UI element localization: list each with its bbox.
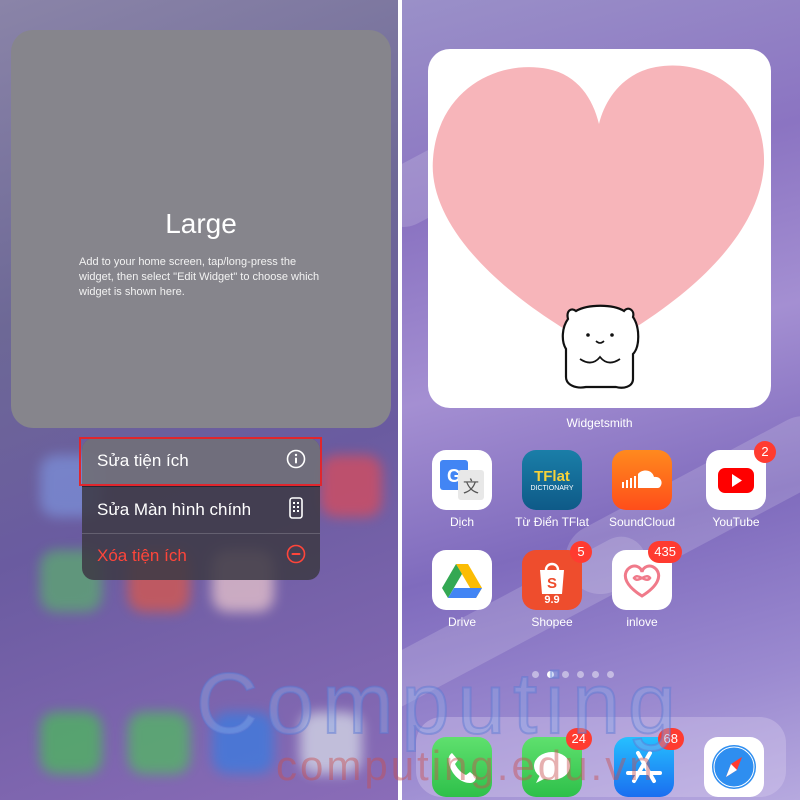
large-widget-placeholder[interactable]: Large Add to your home screen, tap/long-… bbox=[11, 30, 391, 428]
widgetsmith-widget[interactable] bbox=[428, 49, 771, 408]
shopee-icon: S 9.9 5 bbox=[522, 541, 592, 610]
remove-widget-menu-item[interactable]: Xóa tiện ích bbox=[82, 533, 320, 579]
google-drive-icon bbox=[432, 550, 492, 610]
app-drive[interactable]: Drive bbox=[424, 550, 500, 629]
app-translate[interactable]: G 文 Dịch bbox=[424, 450, 500, 529]
menu-item-label: Xóa tiện ích bbox=[97, 546, 187, 565]
phone-screen-icon bbox=[286, 496, 306, 524]
widget-label: Widgetsmith bbox=[566, 416, 633, 430]
shopee-promo-text: 9.9 bbox=[544, 594, 560, 606]
app-label: Drive bbox=[447, 615, 476, 629]
soundcloud-icon bbox=[612, 450, 672, 510]
app-inlove[interactable]: 435 inlove bbox=[604, 541, 682, 629]
bear-drawing bbox=[561, 304, 640, 389]
widget-instructions: Add to your home screen, tap/long-press … bbox=[79, 256, 320, 298]
app-label: Từ Điển TFlat bbox=[515, 515, 589, 529]
app-label: inlove bbox=[626, 615, 658, 629]
app-shopee[interactable]: S 9.9 5 Shopee bbox=[514, 541, 592, 629]
svg-text:文: 文 bbox=[463, 477, 479, 496]
blurred-app-icon bbox=[320, 455, 382, 517]
dock-safari[interactable] bbox=[696, 737, 772, 797]
minus-circle-icon bbox=[286, 544, 306, 569]
highlight-annotation bbox=[79, 437, 322, 486]
app-label: Dịch bbox=[449, 515, 474, 529]
inlove-icon: 435 bbox=[612, 541, 682, 610]
edit-home-screen-menu-item[interactable]: Sửa Màn hình chính bbox=[82, 487, 320, 533]
blurred-dock-icon bbox=[40, 712, 102, 774]
menu-item-label: Sửa Màn hình chính bbox=[97, 500, 252, 519]
watermark-url: computing.edu.vn bbox=[276, 742, 656, 789]
youtube-icon: 2 bbox=[706, 441, 776, 510]
tflat-logo-subtext: DICTIONARY bbox=[530, 485, 574, 492]
app-label: Shopee bbox=[531, 615, 573, 629]
notification-badge: 2 bbox=[754, 441, 776, 463]
notification-badge: 5 bbox=[570, 541, 592, 563]
watermark-logo: Computing bbox=[195, 655, 684, 753]
app-tflat[interactable]: TFlat DICTIONARY Từ Điển TFlat bbox=[514, 450, 590, 529]
google-translate-icon: G 文 bbox=[432, 450, 492, 510]
heart-bear-image bbox=[432, 65, 765, 389]
app-label: SoundCloud bbox=[608, 515, 676, 529]
app-label: YouTube bbox=[712, 515, 760, 529]
svg-text:S: S bbox=[547, 575, 557, 592]
notification-badge: 435 bbox=[648, 541, 682, 563]
app-soundcloud[interactable]: SoundCloud bbox=[604, 450, 680, 529]
blurred-dock-icon bbox=[128, 712, 190, 774]
widget-size-title: Large bbox=[165, 208, 237, 239]
app-youtube[interactable]: 2 YouTube bbox=[698, 441, 776, 529]
tflat-dictionary-icon: TFlat DICTIONARY bbox=[522, 450, 582, 510]
tflat-logo-text: TFlat bbox=[534, 468, 570, 485]
safari-icon bbox=[704, 737, 764, 797]
